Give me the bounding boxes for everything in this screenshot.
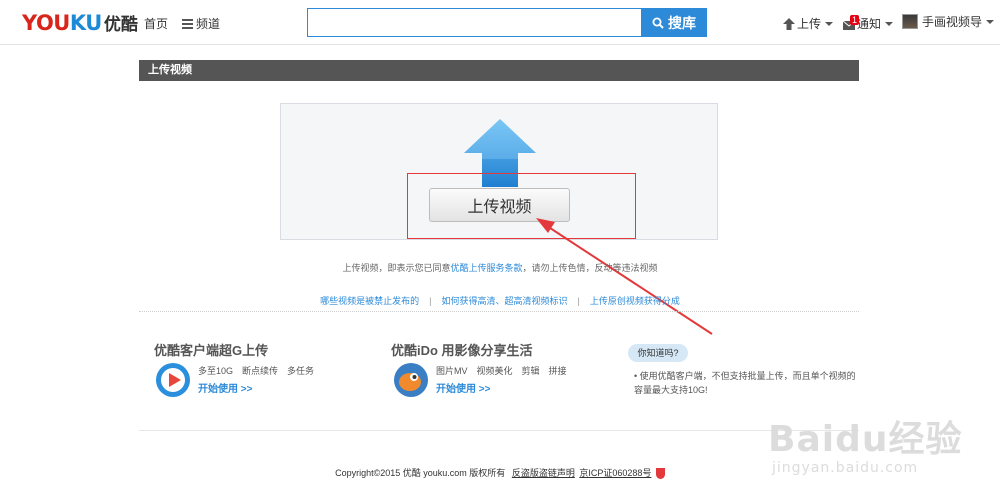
user-name: 手画视频导 — [922, 15, 983, 29]
tag: 多任务 — [287, 366, 315, 376]
logo-text: YOUKU — [22, 11, 102, 35]
avatar — [902, 14, 918, 29]
notify-badge: 1 — [850, 14, 860, 25]
tag: 剪辑 — [521, 366, 540, 376]
tag: 视频美化 — [476, 366, 513, 376]
search-input[interactable] — [307, 8, 641, 37]
tag: 断点续传 — [242, 366, 279, 376]
nav-home-link[interactable]: 首页 — [144, 15, 168, 32]
terms-link[interactable]: 优酷上传服务条款 — [450, 263, 522, 273]
header-notify-menu[interactable]: 1 通知 — [842, 14, 894, 32]
section-title: 上传视频 — [139, 60, 859, 81]
tag: 图片MV — [436, 366, 468, 376]
chevron-down-icon — [885, 21, 894, 26]
header-user-menu[interactable]: 手画视频导 — [902, 13, 995, 30]
search-button-label: 搜库 — [668, 14, 696, 31]
logo-cn: 优酷 — [103, 15, 138, 34]
agreement-prefix: 上传视频，即表示您已同意 — [342, 263, 451, 273]
shield-icon — [655, 468, 665, 480]
tip-bubble: 你知道吗? — [628, 344, 688, 362]
tag: 多至10G — [198, 366, 234, 376]
nav-channel-link[interactable]: 频道 — [182, 15, 220, 32]
upload-agreement: 上传视频，即表示您已同意优酷上传服务条款，请勿上传色情，反动等违法视频 — [0, 261, 1000, 274]
help-link-revenue[interactable]: 上传原创视频获得分成 — [590, 296, 680, 306]
tip-text: • 使用优酷客户端，不但支持批量上传，而且单个视频的容量最大支持10G! — [634, 371, 856, 395]
promo-ido-title: 优酷iDo 用影像分享生活 — [391, 343, 533, 358]
chevron-down-icon — [825, 21, 834, 26]
upload-icon — [783, 17, 795, 30]
mail-icon: 1 — [842, 14, 860, 30]
header-upload-menu[interactable]: 上传 — [783, 15, 834, 32]
tag: 拼接 — [548, 366, 567, 376]
search-icon — [652, 17, 664, 29]
nav-channel-label: 频道 — [196, 17, 221, 31]
highlight-box — [407, 173, 636, 239]
help-links: 哪些视频是被禁止发布的 | 如何获得高清、超高清视频标识 | 上传原创视频获得分成 — [320, 296, 680, 306]
agreement-suffix: ，请勿上传色情，反动等违法视频 — [522, 263, 658, 273]
menu-icon — [182, 18, 193, 29]
promo-client-start-link[interactable]: 开始使用 >> — [198, 380, 252, 395]
notify-menu-label: 通知 — [857, 17, 882, 31]
ido-bird-icon — [394, 363, 428, 397]
baidu-watermark: Baidu经验 jingyan.baidu.com — [760, 400, 990, 495]
promo-client-title: 优酷客户端超G上传 — [154, 343, 269, 358]
promo-ido-start-link[interactable]: 开始使用 >> — [436, 380, 490, 395]
piracy-statement-link[interactable]: 反盗版盗链声明 — [512, 468, 575, 478]
youku-logo[interactable]: YOUKU 优酷 — [22, 10, 138, 36]
icp-link[interactable]: 京ICP证060288号 — [579, 468, 651, 478]
divider — [139, 311, 859, 312]
chevron-down-icon — [986, 19, 995, 24]
footer-divider — [139, 430, 859, 431]
search-button[interactable]: 搜库 — [641, 8, 707, 37]
help-link-hd[interactable]: 如何获得高清、超高清视频标识 — [441, 296, 567, 306]
help-link-forbidden[interactable]: 哪些视频是被禁止发布的 — [320, 296, 419, 306]
copyright-text: Copyright©2015 优酷 youku.com 版权所有 — [335, 468, 506, 478]
watermark-sub: jingyan.baidu.com — [772, 460, 919, 476]
watermark-main: Baidu经验 — [768, 419, 963, 460]
upload-menu-label: 上传 — [797, 17, 822, 31]
promo-ido-tags: 图片MV 视频美化 剪辑 拼接 — [436, 364, 576, 377]
play-icon — [156, 363, 190, 397]
top-header: YOUKU 优酷 首页 频道 搜库 上传 1 通知 手画视频导 — [0, 0, 1000, 45]
promo-client-tags: 多至10G 断点续传 多任务 — [198, 364, 323, 377]
